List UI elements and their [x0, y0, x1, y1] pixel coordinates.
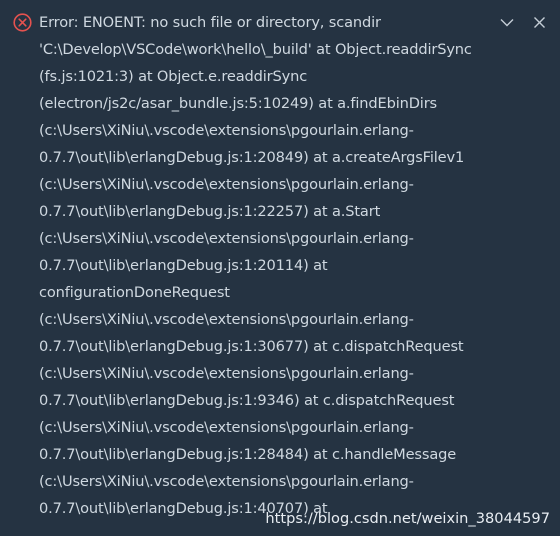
message-line: 'C:\Develop\VSCode\work\hello\_build' at…: [39, 41, 472, 58]
message-line: configurationDoneRequest: [39, 284, 230, 301]
message-line: (c:\Users\XiNiu\.vscode\extensions\pgour…: [39, 419, 414, 436]
close-icon[interactable]: [530, 12, 548, 32]
message-line: 0.7.7\out\lib\erlangDebug.js:1:22257) at…: [39, 203, 381, 220]
message-line: 0.7.7\out\lib\erlangDebug.js:1:30677) at…: [39, 338, 464, 355]
message-line: (electron/js2c/asar_bundle.js:5:10249) a…: [39, 95, 438, 112]
message-line: 0.7.7\out\lib\erlangDebug.js:1:20114) at: [39, 257, 328, 274]
message-line: (c:\Users\XiNiu\.vscode\extensions\pgour…: [39, 473, 414, 490]
message-line: (fs.js:1021:3) at Object.e.readdirSync: [39, 68, 308, 85]
error-circle-x-icon: [13, 13, 32, 32]
message-line: (c:\Users\XiNiu\.vscode\extensions\pgour…: [39, 230, 414, 247]
error-message: Error: ENOENT: no such file or directory…: [39, 9, 489, 522]
message-line: 0.7.7\out\lib\erlangDebug.js:1:28484) at…: [39, 446, 457, 463]
chevron-down-icon[interactable]: [498, 12, 516, 32]
error-notification: Error: ENOENT: no such file or directory…: [0, 0, 560, 536]
notification-actions: [498, 12, 548, 32]
message-line: (c:\Users\XiNiu\.vscode\extensions\pgour…: [39, 122, 414, 139]
message-line: (c:\Users\XiNiu\.vscode\extensions\pgour…: [39, 365, 414, 382]
message-line: 0.7.7\out\lib\erlangDebug.js:1:20849) at…: [39, 149, 465, 166]
watermark-url: https://blog.csdn.net/weixin_38044597: [265, 510, 550, 527]
message-line: (c:\Users\XiNiu\.vscode\extensions\pgour…: [39, 176, 414, 193]
message-line: 0.7.7\out\lib\erlangDebug.js:1:9346) at …: [39, 392, 455, 409]
message-line: (c:\Users\XiNiu\.vscode\extensions\pgour…: [39, 311, 414, 328]
message-line: Error: ENOENT: no such file or directory…: [39, 14, 381, 31]
